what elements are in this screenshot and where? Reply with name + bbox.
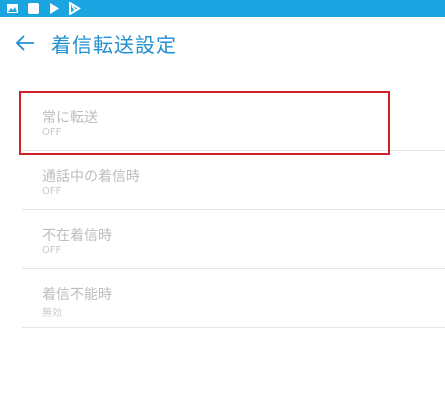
list-item-always-forward[interactable]: 常に転送 OFF [22,93,445,151]
status-bar [0,0,445,17]
item-status: OFF [42,245,62,256]
list-item-forward-when-unanswered[interactable]: 不在着信時 OFF [22,211,445,269]
item-title: 不在着信時 [42,228,112,244]
list-item-forward-when-unreachable[interactable]: 着信不能時 無効 [22,270,445,328]
item-status: OFF [42,127,62,138]
item-status: OFF [42,186,62,197]
page-title: 着信転送設定 [51,33,177,57]
app-bar: 着信転送設定 [0,17,445,73]
play-store-icon [50,3,59,14]
item-title: 着信不能時 [42,287,112,303]
back-arrow-icon[interactable] [13,31,37,55]
image-icon [7,4,18,13]
item-title: 常に転送 [42,110,98,126]
list-item-forward-when-busy[interactable]: 通話中の着信時 OFF [22,152,445,210]
item-status: 無効 [42,308,62,319]
item-title: 通話中の着信時 [42,169,140,185]
play-movies-icon [69,2,81,15]
square-icon [28,3,39,14]
